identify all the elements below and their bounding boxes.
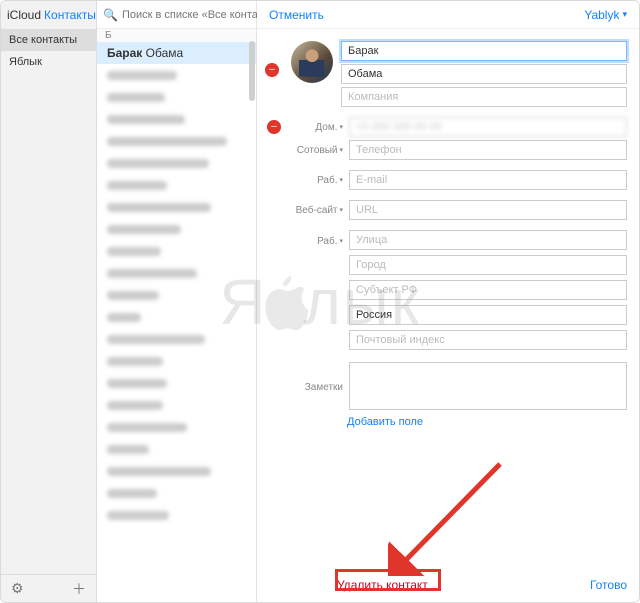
- contact-row[interactable]: [97, 460, 256, 482]
- address-zip-field[interactable]: [349, 330, 627, 350]
- contact-detail-pane: Отменить Yablyk▾ Дом.▾ Со: [257, 1, 639, 602]
- remove-phone-icon[interactable]: [267, 120, 281, 134]
- name-fields: [341, 41, 627, 107]
- address-group: Раб.▾: [269, 230, 627, 352]
- app-window: iCloud Контакты ▾ Все контакты Яблык ⚙ ＋…: [0, 0, 640, 603]
- contact-row[interactable]: [97, 152, 256, 174]
- contacts-dropdown[interactable]: Контакты: [44, 8, 96, 22]
- gear-icon[interactable]: ⚙: [11, 580, 24, 597]
- contact-row[interactable]: [97, 394, 256, 416]
- name-area: [269, 41, 627, 107]
- website-group: Веб-сайт▾: [269, 200, 627, 220]
- contact-row[interactable]: [97, 416, 256, 438]
- contact-row-selected[interactable]: Барак Обама: [97, 42, 256, 64]
- chevron-down-icon: ▾: [622, 9, 627, 20]
- add-field-button[interactable]: Добавить поле: [347, 416, 627, 428]
- address-region-field[interactable]: [349, 280, 627, 300]
- email-group: Раб.▾: [269, 170, 627, 190]
- website-field[interactable]: [349, 200, 627, 220]
- contacts-list-pane: 🔍 Б Барак Обама: [97, 1, 257, 602]
- done-button[interactable]: Готово: [590, 578, 627, 592]
- contact-row[interactable]: [97, 262, 256, 284]
- contact-row[interactable]: [97, 306, 256, 328]
- icloud-label: iCloud: [7, 8, 41, 22]
- contact-row[interactable]: [97, 86, 256, 108]
- email-label[interactable]: Раб.▾: [285, 175, 343, 186]
- remove-photo-icon[interactable]: [265, 63, 279, 77]
- contact-row[interactable]: [97, 64, 256, 86]
- contact-row[interactable]: [97, 328, 256, 350]
- account-dropdown[interactable]: Yablyk▾: [584, 8, 627, 22]
- notes-label: Заметки: [285, 362, 343, 410]
- group-item-yablyk[interactable]: Яблык: [1, 51, 96, 73]
- address-street-field[interactable]: [349, 230, 627, 250]
- search-wrap: 🔍: [97, 1, 256, 29]
- address-label[interactable]: Раб.▾: [285, 236, 343, 247]
- contact-row[interactable]: [97, 196, 256, 218]
- phone-group: Дом.▾ Сотовый▾: [269, 117, 627, 160]
- delete-contact-button[interactable]: Удалить контакт: [337, 578, 428, 592]
- contact-row[interactable]: [97, 482, 256, 504]
- contact-row[interactable]: [97, 218, 256, 240]
- section-header: Б: [97, 29, 256, 42]
- search-icon: 🔍: [103, 8, 118, 22]
- first-name-field[interactable]: [341, 41, 627, 61]
- add-group-icon[interactable]: ＋: [72, 579, 86, 599]
- company-field[interactable]: [341, 87, 627, 107]
- notes-field[interactable]: [349, 362, 627, 410]
- address-country-field[interactable]: [349, 305, 627, 325]
- contact-row[interactable]: [97, 174, 256, 196]
- search-input[interactable]: [122, 9, 264, 21]
- group-item-all[interactable]: Все контакты: [1, 29, 96, 51]
- contact-row[interactable]: [97, 130, 256, 152]
- contact-row[interactable]: [97, 240, 256, 262]
- scrollbar-track[interactable]: [249, 41, 255, 600]
- detail-body: Дом.▾ Сотовый▾ Раб.▾ Веб-сайт▾: [257, 29, 639, 568]
- contact-row[interactable]: [97, 438, 256, 460]
- email-field[interactable]: [349, 170, 627, 190]
- cancel-button[interactable]: Отменить: [269, 8, 324, 22]
- scrollbar-thumb[interactable]: [249, 41, 255, 101]
- contact-row[interactable]: [97, 504, 256, 526]
- website-label[interactable]: Веб-сайт▾: [285, 205, 343, 216]
- detail-header: Отменить Yablyk▾: [257, 1, 639, 29]
- avatar[interactable]: [291, 41, 333, 83]
- phone-home-label[interactable]: Дом.▾: [285, 122, 343, 133]
- phone-home-field[interactable]: [349, 117, 627, 137]
- phone-mobile-field[interactable]: [349, 140, 627, 160]
- contact-last-name: Обама: [146, 46, 184, 60]
- groups-pane: iCloud Контакты ▾ Все контакты Яблык ⚙ ＋: [1, 1, 97, 602]
- groups-header: iCloud Контакты ▾: [1, 1, 96, 29]
- contact-row[interactable]: [97, 350, 256, 372]
- notes-group: Заметки: [269, 362, 627, 410]
- contact-row[interactable]: [97, 372, 256, 394]
- groups-footer: ⚙ ＋: [1, 574, 96, 602]
- detail-footer: Удалить контакт Готово: [257, 568, 639, 602]
- last-name-field[interactable]: [341, 64, 627, 84]
- contact-row[interactable]: [97, 284, 256, 306]
- address-city-field[interactable]: [349, 255, 627, 275]
- contact-row[interactable]: [97, 108, 256, 130]
- contacts-scroll[interactable]: Б Барак Обама: [97, 29, 256, 602]
- contact-first-name: Барак: [107, 46, 142, 60]
- phone-mobile-label[interactable]: Сотовый▾: [285, 145, 343, 156]
